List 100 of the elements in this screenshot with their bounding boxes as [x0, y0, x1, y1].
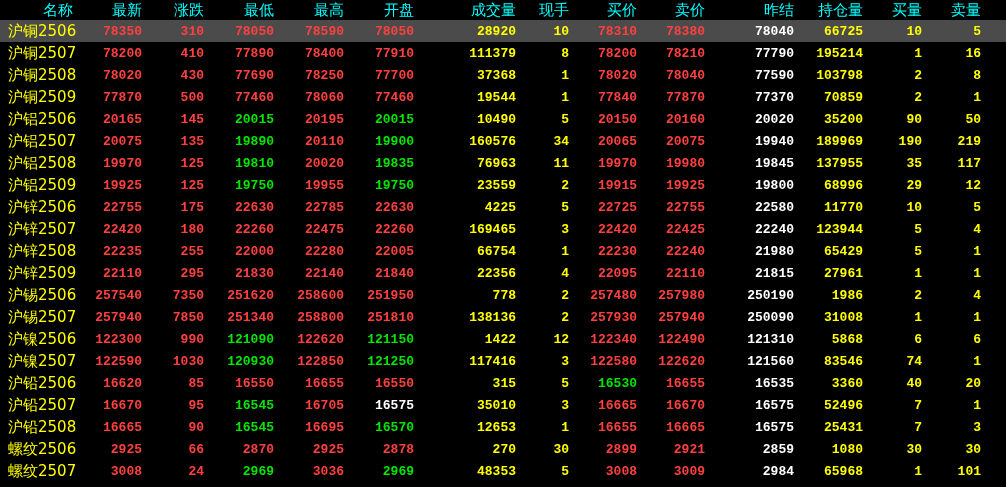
table-cell-text: 77460	[374, 89, 414, 105]
table-row[interactable]: 沪铝2509 19925 125 19750 19955 19750 23559 2 19915 19925 19800 68996 29 12	[0, 174, 1006, 196]
table-cell-text: 22005	[374, 243, 414, 259]
table-cell-text: 22240	[665, 243, 705, 259]
table-row[interactable]: 沪锡2506 257540 7350 251620 258600 251950 778 2 257480 257980 250190 1986 2 4	[0, 284, 1006, 306]
table-cell-text: 30	[964, 441, 981, 457]
table-cell-text: 19750	[374, 177, 414, 193]
table-cell-text: 1	[913, 45, 922, 61]
table-row[interactable]: 沪镍2507 122590 1030 120930 122850 121250 117416 3 122580 122620 121560 83546 74 1	[0, 350, 1006, 372]
table-cell-text: 65968	[823, 463, 863, 479]
table-cell-text: 19940	[754, 133, 794, 149]
table-row[interactable]: 沪铜2509 77870 500 77460 78060 77460 19544 1 77840 77870 77370 70859 2 1	[0, 86, 1006, 108]
column-header[interactable]: 现手	[516, 0, 569, 20]
column-header[interactable]: 昨结	[705, 0, 794, 20]
contract-name: 沪铜2508	[7, 65, 78, 85]
table-cell-text: 77790	[754, 45, 794, 61]
table-row[interactable]: 沪铜2508 78020 430 77690 78250 77700 37368 1 78020 78040 77590 103798 2 8	[0, 64, 1006, 86]
table-row[interactable]: 沪铜2507 78200 410 77890 78400 77910 111379 8 78200 78210 77790 195214 1 16	[0, 42, 1006, 64]
contract-name: 螺纹2506	[7, 439, 78, 459]
contract-name: 沪铝2506	[7, 109, 78, 129]
table-cell-text: 16665	[597, 397, 637, 413]
table-row[interactable]: 沪锡2507 257940 7850 251340 258800 251810 138136 2 257930 257940 250090 31008 1 1	[0, 306, 1006, 328]
table-cell-text: 22356	[476, 265, 516, 281]
table-cell-text: 1	[972, 243, 981, 259]
table-row[interactable]: 螺纹2506 2925 66 2870 2925 2878 270 30 2899 2921 2859 1080 30 30	[0, 438, 1006, 460]
table-cell-text: 16655	[304, 375, 344, 391]
table-cell-text: 16695	[304, 419, 344, 435]
contract-name: 沪锌2507	[7, 219, 78, 239]
table-cell-text: 19835	[374, 155, 414, 171]
table-row[interactable]: 沪铜2506 78350 310 78050 78590 78050 28920 10 78310 78380 78040 66725 10 5	[0, 20, 1006, 42]
table-row[interactable]: 沪铝2506 20165 145 20015 20195 20015 10490 5 20150 20160 20020 35200 90 50	[0, 108, 1006, 130]
table-cell-text: 190	[897, 133, 922, 149]
table-cell-text: 22630	[234, 199, 274, 215]
column-header[interactable]: 最低	[204, 0, 274, 20]
table-row[interactable]: 沪铝2508 19970 125 19810 20020 19835 76963 11 19970 19980 19845 137955 35 117	[0, 152, 1006, 174]
table-cell-text: 21980	[754, 243, 794, 259]
table-cell-text: 16570	[374, 419, 414, 435]
column-header[interactable]: 名称	[0, 0, 80, 20]
table-cell-text: 1080	[830, 441, 863, 457]
table-row[interactable]: 沪锌2507 22420 180 22260 22475 22260 169465 3 22420 22425 22240 123944 5 4	[0, 218, 1006, 240]
table-cell-text: 2870	[241, 441, 274, 457]
table-cell-text: 78040	[754, 23, 794, 39]
column-header[interactable]: 最高	[274, 0, 344, 20]
column-header[interactable]: 持仓量	[794, 0, 863, 20]
table-cell-text: 122620	[657, 353, 705, 369]
table-cell-text: 195214	[815, 45, 863, 61]
table-row[interactable]: 沪锌2508 22235 255 22000 22280 22005 66754 1 22230 22240 21980 65429 5 1	[0, 240, 1006, 262]
table-cell-text: 22000	[234, 243, 274, 259]
table-cell-text: 20015	[374, 111, 414, 127]
table-cell-text: 16705	[304, 397, 344, 413]
column-header[interactable]: 卖量	[922, 0, 981, 20]
table-cell-text: 2	[560, 287, 569, 303]
table-cell-text: 410	[179, 45, 204, 61]
table-cell-text: 122580	[589, 353, 637, 369]
table-cell-text: 20110	[304, 133, 344, 149]
table-cell-text: 2	[913, 287, 922, 303]
table-cell-text: 22725	[597, 199, 637, 215]
table-cell-text: 21815	[754, 265, 794, 281]
table-cell-text: 10	[905, 23, 922, 39]
table-row[interactable]: 沪铝2507 20075 135 19890 20110 19900 160576 34 20065 20075 19940 189969 190 219	[0, 130, 1006, 152]
table-cell-text: 123944	[815, 221, 863, 237]
table-cell-text: 12	[552, 331, 569, 347]
column-header[interactable]: 开盘	[344, 0, 414, 20]
table-cell-text: 22475	[304, 221, 344, 237]
table-cell-text: 22425	[665, 221, 705, 237]
table-cell-text: 16665	[102, 419, 142, 435]
table-cell-text: 257940	[94, 309, 142, 325]
table-cell-text: 16530	[597, 375, 637, 391]
table-cell-text: 120930	[226, 353, 274, 369]
column-header[interactable]: 涨跌	[142, 0, 204, 20]
table-row[interactable]: 螺纹2507 3008 24 2969 3036 2969 48353 5 3008 3009 2984 65968 1 101	[0, 460, 1006, 482]
column-header[interactable]: 买量	[863, 0, 922, 20]
table-cell-text: 78060	[304, 89, 344, 105]
column-header[interactable]: 买价	[569, 0, 637, 20]
table-cell-text: 77840	[597, 89, 637, 105]
table-row[interactable]: 沪镍2506 122300 990 121090 122620 121150 1422 12 122340 122490 121310 5868 6 6	[0, 328, 1006, 350]
table-cell-text: 78350	[102, 23, 142, 39]
table-row[interactable]: 沪锌2506 22755 175 22630 22785 22630 4225 5 22725 22755 22580 11770 10 5	[0, 196, 1006, 218]
column-header[interactable]: 成交量	[414, 0, 516, 20]
table-cell-text: 77870	[665, 89, 705, 105]
column-header[interactable]: 最新	[80, 0, 142, 20]
table-cell-text: 19845	[754, 155, 794, 171]
table-row[interactable]: 沪铅2507 16670 95 16545 16705 16575 35010 3 16665 16670 16575 52496 7 1	[0, 394, 1006, 416]
table-cell-text: 1030	[171, 353, 204, 369]
table-cell-text: 169465	[468, 221, 516, 237]
table-cell-text: 20065	[597, 133, 637, 149]
table-cell-text: 1986	[830, 287, 863, 303]
table-cell-text: 2984	[761, 463, 794, 479]
table-cell-text: 16620	[102, 375, 142, 391]
table-cell-text: 78400	[304, 45, 344, 61]
table-cell-text: 1	[972, 353, 981, 369]
table-row[interactable]: 沪锌2509 22110 295 21830 22140 21840 22356 4 22095 22110 21815 27961 1 1	[0, 262, 1006, 284]
table-row[interactable]: 沪铅2506 16620 85 16550 16655 16550 315 5 16530 16655 16535 3360 40 20	[0, 372, 1006, 394]
table-cell-text: 5	[560, 199, 569, 215]
table-cell-text: 20160	[665, 111, 705, 127]
table-cell-text: 16545	[234, 397, 274, 413]
column-header[interactable]: 卖价	[637, 0, 705, 20]
table-cell-text: 16655	[665, 375, 705, 391]
table-cell-text: 19544	[476, 89, 516, 105]
table-row[interactable]: 沪铅2508 16665 90 16545 16695 16570 12653 1 16655 16665 16575 25431 7 3	[0, 416, 1006, 438]
